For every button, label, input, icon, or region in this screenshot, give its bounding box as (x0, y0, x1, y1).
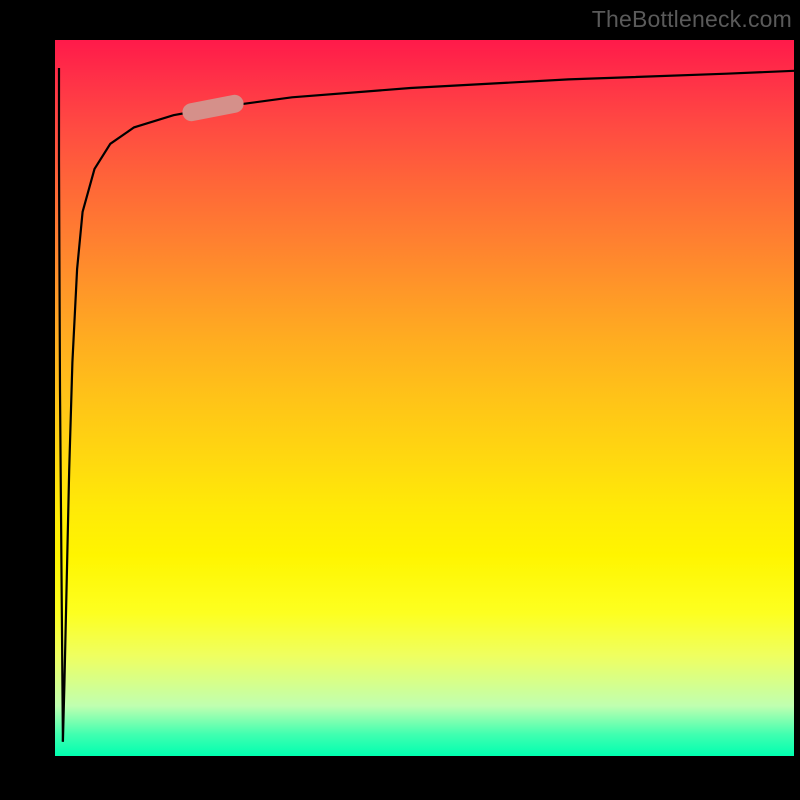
watermark-text: TheBottleneck.com (592, 6, 792, 33)
chart-frame: TheBottleneck.com (0, 0, 800, 800)
chart-plot-area (55, 40, 794, 756)
